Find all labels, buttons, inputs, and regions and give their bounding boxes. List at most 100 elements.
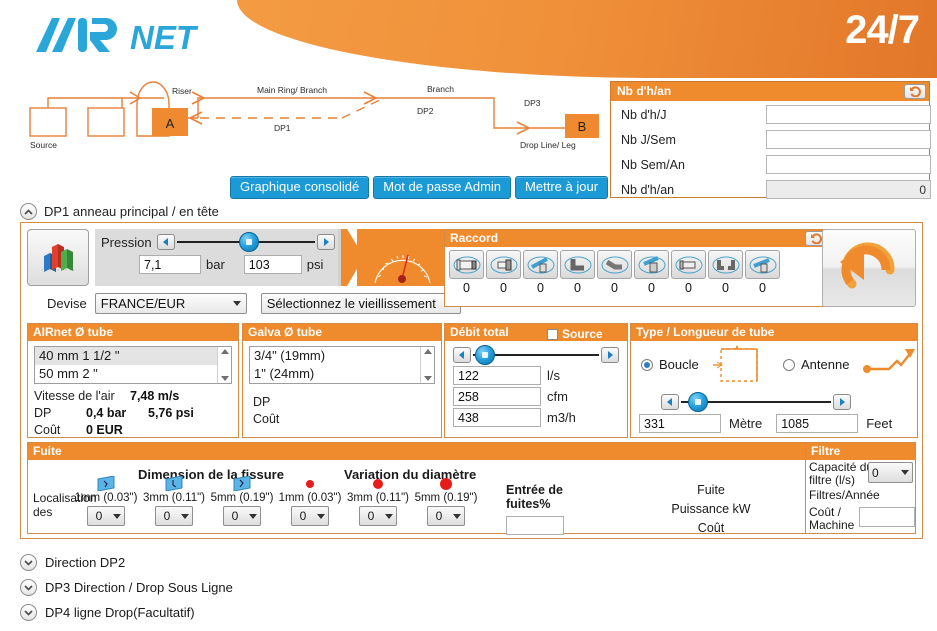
debit-total-panel: Débit total Source 122 l/s 258 cfm 438 m… bbox=[444, 323, 628, 438]
airnet-tube-panel: AIRnet Ø tube 40 mm 1 1/2 " 50 mm 2 " Vi… bbox=[27, 323, 239, 438]
leak-count-select[interactable]: 0 bbox=[359, 506, 397, 526]
list-item[interactable]: 3/4" (19mm) bbox=[250, 347, 434, 365]
raccord-count: 0 bbox=[574, 281, 581, 295]
pressure-bar-input[interactable] bbox=[139, 255, 201, 274]
slider-decrement-button[interactable] bbox=[661, 394, 679, 410]
flow-cfm-input[interactable] bbox=[453, 387, 541, 406]
slider-thumb[interactable] bbox=[238, 232, 259, 252]
fuite-title: Fuite bbox=[28, 443, 915, 460]
reducer-icon[interactable] bbox=[486, 250, 521, 279]
days-per-week-input[interactable] bbox=[766, 130, 931, 149]
elbow-45-icon[interactable] bbox=[597, 250, 632, 279]
aging-select[interactable]: Sélectionnez le vieillissement bbox=[260, 293, 461, 314]
slider-increment-button[interactable] bbox=[601, 347, 619, 363]
hours-row-label: Nb J/Sem bbox=[621, 132, 676, 147]
hours-per-year-result bbox=[766, 180, 931, 199]
tube-type-title: Type / Longueur de tube bbox=[631, 324, 917, 341]
tee-outlet-icon[interactable] bbox=[634, 250, 669, 279]
tee-icon[interactable] bbox=[523, 250, 558, 279]
hours-per-day-input[interactable] bbox=[766, 105, 931, 124]
filter-capacity-select[interactable]: 0 bbox=[868, 462, 913, 483]
leak-entry-input[interactable] bbox=[506, 516, 564, 535]
hours-panel-title-text: Nb d'h/an bbox=[617, 84, 672, 98]
chevron-up-icon[interactable] bbox=[20, 203, 37, 220]
leak-size-label: 1mm (0.03") bbox=[278, 492, 342, 504]
coupling-icon[interactable] bbox=[449, 250, 484, 279]
slider-increment-button[interactable] bbox=[833, 394, 851, 410]
slider-thumb[interactable] bbox=[475, 345, 495, 365]
flow-m3h-unit: m3/h bbox=[547, 410, 576, 425]
union-icon[interactable] bbox=[671, 250, 706, 279]
leak-count-select[interactable]: 0 bbox=[87, 506, 125, 526]
dp-label: DP bbox=[34, 406, 52, 420]
section-title-dp3: DP3 Direction / Drop Sous Ligne bbox=[45, 580, 233, 595]
hole-icon bbox=[414, 476, 478, 492]
undo-large-icon[interactable] bbox=[822, 229, 916, 307]
flow-ls-input[interactable] bbox=[453, 366, 541, 385]
chevron-down-icon[interactable] bbox=[20, 579, 37, 596]
weeks-per-year-input[interactable] bbox=[766, 155, 931, 174]
raccord-count: 0 bbox=[759, 281, 766, 295]
tee-down-icon[interactable] bbox=[745, 250, 780, 279]
admin-password-button[interactable]: Mot de passe Admin bbox=[373, 176, 512, 199]
flow-ls-unit: l/s bbox=[547, 368, 560, 383]
list-item[interactable]: 50 mm 2 " bbox=[35, 365, 231, 383]
scroll-up-icon[interactable] bbox=[220, 349, 229, 354]
leak-count-select[interactable]: 0 bbox=[427, 506, 465, 526]
pressure-slider[interactable] bbox=[156, 232, 335, 252]
length-slider[interactable] bbox=[661, 392, 851, 412]
bar-chart-icon[interactable] bbox=[27, 229, 89, 286]
header-orange-swoosh bbox=[237, 0, 937, 78]
hours-row-label: Nb d'h/an bbox=[621, 182, 675, 197]
section-header-dp2[interactable]: Direction DP2 bbox=[20, 554, 125, 571]
airnet-tube-listbox[interactable]: 40 mm 1 1/2 " 50 mm 2 " bbox=[34, 346, 232, 384]
source-checkbox[interactable] bbox=[547, 329, 558, 340]
hours-row-label: Nb d'h/J bbox=[621, 107, 667, 122]
currency-select[interactable]: FRANCE/EUR bbox=[94, 293, 247, 314]
chevron-down-icon bbox=[385, 513, 393, 519]
section-header-dp4[interactable]: DP4 ligne Drop(Facultatif) bbox=[20, 604, 195, 621]
debit-slider[interactable] bbox=[453, 345, 619, 365]
listbox-scrollbar[interactable] bbox=[217, 347, 231, 383]
antenna-radio[interactable] bbox=[783, 358, 795, 371]
consolidated-chart-button[interactable]: Graphique consolidé bbox=[230, 176, 370, 199]
double-elbow-icon[interactable] bbox=[708, 250, 743, 279]
scroll-down-icon[interactable] bbox=[220, 376, 229, 381]
slider-increment-button[interactable] bbox=[317, 234, 335, 250]
list-item[interactable]: 40 mm 1 1/2 " bbox=[35, 347, 231, 365]
source-label: Source bbox=[562, 327, 603, 341]
raccord-value-row: 0 0 0 0 0 0 0 0 0 bbox=[445, 279, 830, 295]
list-item[interactable]: 1" (24mm) bbox=[250, 365, 434, 383]
update-button[interactable]: Mettre à jour bbox=[515, 176, 609, 199]
slider-thumb[interactable] bbox=[688, 392, 708, 412]
elbow-90-icon[interactable] bbox=[560, 250, 595, 279]
undo-icon[interactable] bbox=[904, 84, 926, 99]
raccord-count: 0 bbox=[537, 281, 544, 295]
flow-m3h-input[interactable] bbox=[453, 408, 541, 427]
section-header-dp1[interactable]: DP1 anneau principal / en tête bbox=[20, 203, 219, 220]
chevron-down-icon[interactable] bbox=[20, 604, 37, 621]
leak-size-label: 5mm (0.19") bbox=[414, 492, 478, 504]
leak-count-value: 0 bbox=[299, 509, 307, 523]
leak-count-select[interactable]: 0 bbox=[291, 506, 329, 526]
aging-select-value: Sélectionnez le vieillissement bbox=[266, 296, 436, 311]
slider-decrement-button[interactable] bbox=[156, 234, 175, 250]
length-feet-input[interactable] bbox=[776, 414, 859, 433]
raccord-count: 0 bbox=[463, 281, 470, 295]
chevron-down-icon[interactable] bbox=[20, 554, 37, 571]
listbox-scrollbar[interactable] bbox=[420, 347, 434, 383]
pressure-psi-input[interactable] bbox=[243, 255, 302, 274]
scroll-down-icon[interactable] bbox=[423, 376, 432, 381]
length-metre-input[interactable] bbox=[639, 414, 721, 433]
slider-decrement-button[interactable] bbox=[453, 347, 471, 363]
leak-count-select[interactable]: 0 bbox=[155, 506, 193, 526]
scroll-up-icon[interactable] bbox=[423, 349, 432, 354]
leak-count-select[interactable]: 0 bbox=[223, 506, 261, 526]
galva-tube-listbox[interactable]: 3/4" (19mm) 1" (24mm) bbox=[249, 346, 435, 384]
antenna-diagram-icon bbox=[863, 349, 915, 373]
loop-radio[interactable] bbox=[641, 358, 653, 371]
filter-cost-input[interactable] bbox=[859, 507, 915, 527]
section-header-dp3[interactable]: DP3 Direction / Drop Sous Ligne bbox=[20, 579, 233, 596]
raccord-icon-row bbox=[445, 247, 830, 279]
leak-results: Fuite Puissance kW Coût bbox=[636, 481, 786, 538]
